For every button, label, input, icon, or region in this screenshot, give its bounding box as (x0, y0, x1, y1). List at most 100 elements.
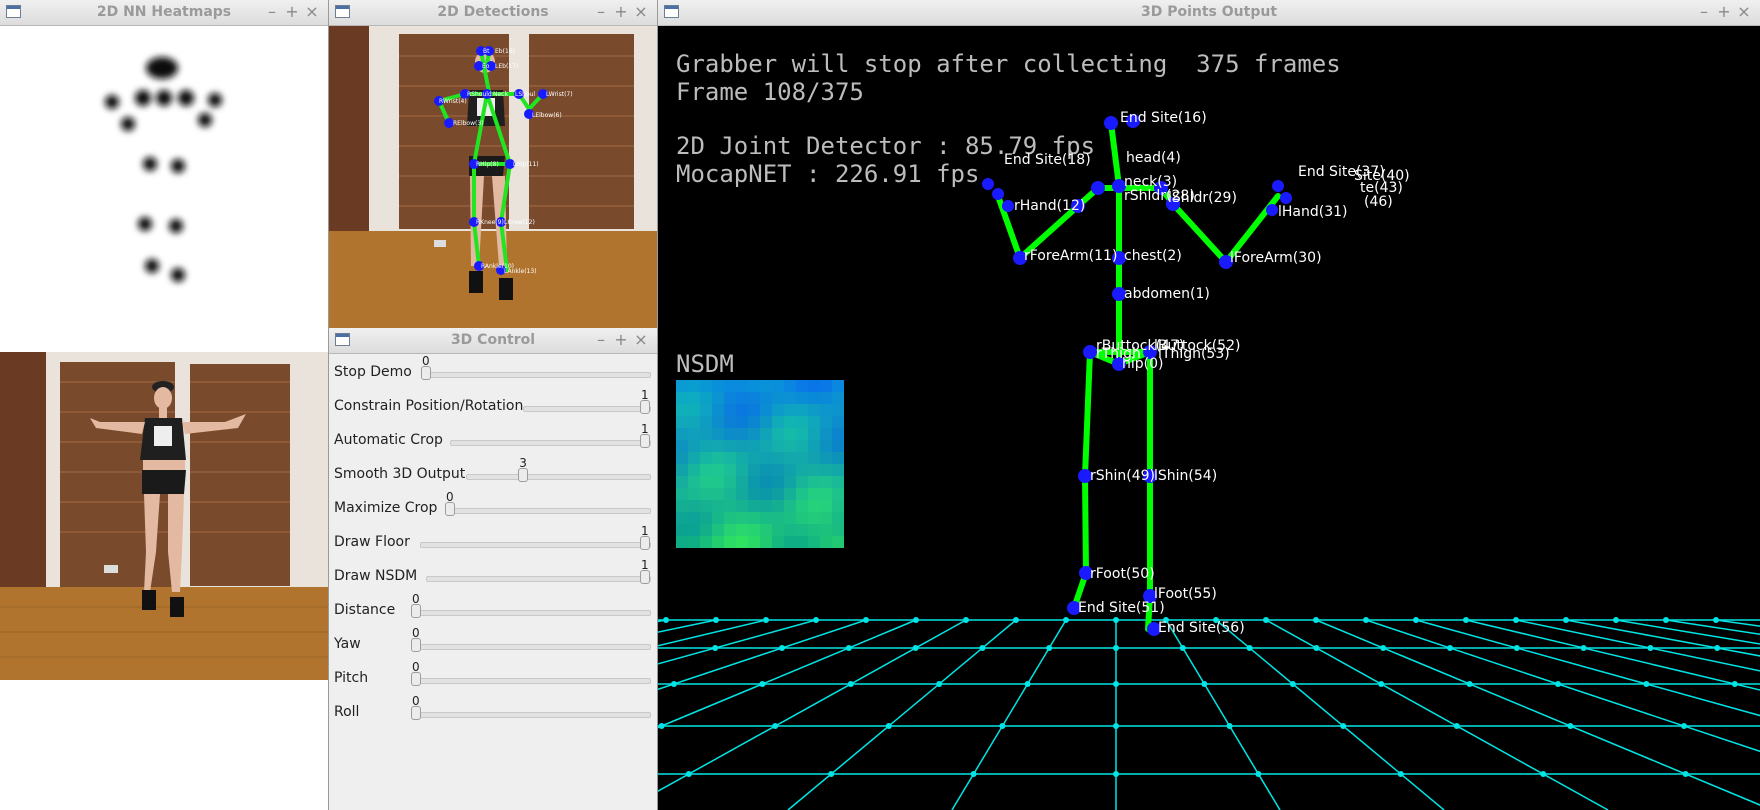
minimize-icon[interactable]: – (262, 2, 282, 21)
slider-label: Smooth 3D Output (334, 466, 466, 482)
slider-track[interactable] (466, 474, 651, 480)
slider-value: 0 (446, 490, 454, 504)
slider-track[interactable] (420, 542, 651, 548)
slider-thumb[interactable] (411, 672, 421, 686)
control-window: 3D Control – + × Stop Demo 0 Constrain Posit… (328, 328, 657, 810)
skeleton-scene: End Site(16) head(4) neck(3) rShldr(28) … (658, 110, 1760, 810)
minimize-icon[interactable]: – (591, 2, 611, 21)
det-label: LShoul (515, 91, 535, 98)
maximize-icon[interactable]: + (611, 330, 631, 349)
slider-label: Pitch (334, 670, 369, 686)
slider-value: 1 (641, 524, 649, 538)
joint-label: End Site(16) (1120, 110, 1207, 126)
slider-value: 0 (412, 694, 420, 708)
control-titlebar[interactable]: 3D Control – + × (329, 328, 657, 354)
close-icon[interactable]: × (631, 330, 651, 349)
slider-label: Automatic Crop (334, 432, 443, 448)
slider-track[interactable] (411, 610, 651, 616)
minimize-icon[interactable]: – (1694, 2, 1714, 21)
slider-label: Stop Demo (334, 364, 412, 380)
heatmaps-titlebar[interactable]: 2D NN Heatmaps – + × (0, 0, 328, 26)
slider-track[interactable] (445, 508, 651, 514)
slider-value: 1 (641, 388, 649, 402)
slider-track[interactable] (450, 440, 651, 446)
slider-label: Maximize Crop (334, 500, 438, 516)
det-label: Neck (493, 91, 508, 98)
slider-thumb[interactable] (421, 366, 431, 380)
slider-thumb[interactable] (518, 468, 529, 482)
slider-thumb[interactable] (640, 400, 650, 414)
heatmap-canvas (0, 26, 328, 352)
slider-value: 0 (412, 626, 420, 640)
source-video-frame (0, 352, 328, 680)
slider-track[interactable] (411, 644, 651, 650)
points-window: 3D Points Output – + × Grabber will stop a… (657, 0, 1760, 810)
close-icon[interactable]: × (302, 2, 322, 21)
slider-thumb[interactable] (411, 638, 421, 652)
slider-row: Draw NSDM 1 (329, 558, 657, 596)
det-label: RKnee(9) (476, 219, 504, 226)
slider-value: 1 (641, 422, 649, 436)
slider-track[interactable] (426, 576, 651, 582)
heatmaps-window: 2D NN Heatmaps – + × (0, 0, 328, 352)
joint-label: lForeArm(30) (1230, 250, 1322, 266)
slider-row: Stop Demo 0 (329, 354, 657, 392)
joint-label: (46) (1364, 194, 1393, 210)
joint-label: hip(0) (1122, 356, 1163, 372)
det-label: RHip(8) (476, 161, 499, 168)
joint-label: rHand(12) (1014, 198, 1085, 214)
slider-value: 0 (412, 660, 420, 674)
joint-label: End Site(56) (1158, 620, 1245, 636)
slider-track[interactable] (523, 406, 651, 412)
joint-label: head(4) (1126, 150, 1181, 166)
det-label: LHip(11) (513, 161, 539, 168)
slider-thumb[interactable] (445, 502, 455, 516)
detections-image: Bt Eb(16) Eo LEb(17) RShould Neck LShoul… (329, 26, 657, 328)
maximize-icon[interactable]: + (282, 2, 302, 21)
close-icon[interactable]: × (631, 2, 651, 21)
slider-thumb[interactable] (640, 570, 650, 584)
minimize-icon[interactable]: – (591, 330, 611, 349)
det-label: LAnkle(13) (504, 268, 537, 275)
slider-value: 0 (412, 592, 420, 606)
joint-label: chest(2) (1124, 248, 1182, 264)
slider-row: Pitch 0 (329, 660, 657, 698)
joint-label: rFoot(50) (1090, 566, 1155, 582)
points-canvas: Grabber will stop after collecting 375 f… (658, 26, 1760, 810)
slider-row: Automatic Crop 1 (329, 422, 657, 460)
slider-track[interactable] (411, 678, 651, 684)
detections-titlebar[interactable]: 2D Detections – + × (329, 0, 657, 26)
slider-thumb[interactable] (640, 536, 650, 550)
video-image (0, 352, 328, 680)
det-label: Eo (482, 63, 490, 70)
slider-thumb[interactable] (411, 706, 421, 720)
joint-label: lHand(31) (1278, 204, 1348, 220)
slider-row: Maximize Crop 0 (329, 490, 657, 528)
joint-label: lShldr(29) (1168, 190, 1237, 206)
maximize-icon[interactable]: + (1714, 2, 1734, 21)
det-label: LElbow(6) (532, 112, 562, 119)
detections-canvas: Bt Eb(16) Eo LEb(17) RShould Neck LShoul… (329, 26, 657, 328)
slider-value: 1 (641, 558, 649, 572)
slider-track[interactable] (421, 372, 651, 378)
slider-track[interactable] (411, 712, 651, 718)
joint-label: abdomen(1) (1124, 286, 1210, 302)
maximize-icon[interactable]: + (611, 2, 631, 21)
joint-label: rShin(49) (1090, 468, 1155, 484)
points-titlebar[interactable]: 3D Points Output – + × (658, 0, 1760, 26)
det-label: RElbow(3) (453, 120, 484, 127)
slider-thumb[interactable] (640, 434, 650, 448)
slider-row: Yaw 0 (329, 626, 657, 664)
det-label: RWrist(4) (439, 98, 467, 105)
joint-label: lThigh(53) (1158, 346, 1230, 362)
close-icon[interactable]: × (1734, 2, 1754, 21)
slider-thumb[interactable] (411, 604, 421, 618)
det-label: Eb(16) (495, 48, 515, 55)
slider-row: Smooth 3D Output 3 (329, 456, 657, 494)
slider-label: Yaw (334, 636, 361, 652)
det-label: LWrist(7) (546, 91, 573, 98)
slider-row: Constrain Position/Rotation 1 (329, 388, 657, 426)
slider-row: Draw Floor 1 (329, 524, 657, 562)
det-label: RShould (467, 91, 492, 98)
slider-label: Constrain Position/Rotation (334, 398, 524, 414)
